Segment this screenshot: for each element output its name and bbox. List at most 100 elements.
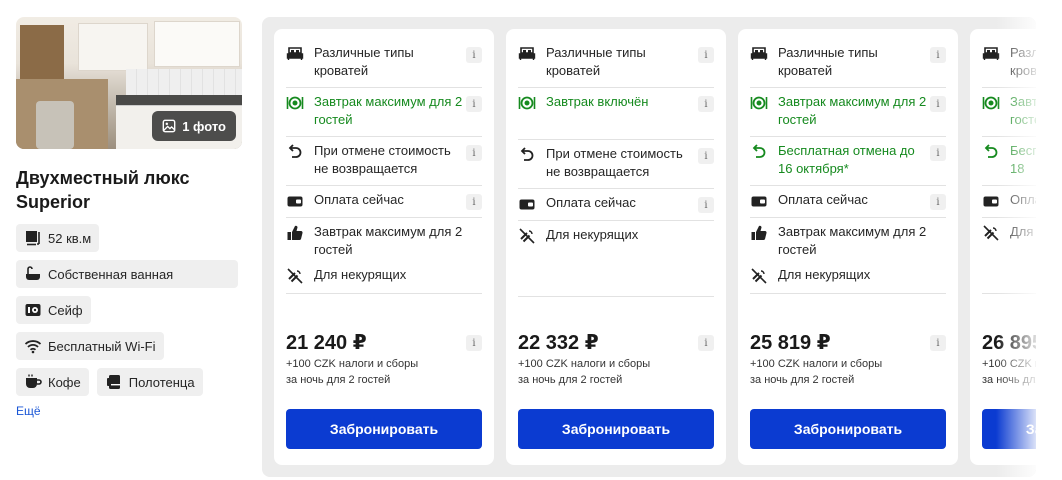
info-icon[interactable]: i bbox=[466, 96, 482, 112]
amenity-label: Собственная ванная bbox=[48, 266, 174, 282]
cancellation-row: При отмене стоимость не возвращается i bbox=[286, 137, 482, 186]
towel-icon bbox=[106, 375, 120, 389]
features-list: Завтрак максимум для 2 гостей Для некуря… bbox=[286, 218, 482, 294]
breakfast-row: Завтрак максимум для 2 гостей bbox=[982, 88, 1036, 137]
photo-detail bbox=[20, 25, 64, 79]
info-icon[interactable]: i bbox=[930, 96, 946, 112]
payment-row: Оплата сейчас i bbox=[286, 186, 482, 218]
payment-text: Оплата сейчас bbox=[546, 195, 636, 210]
undo-icon bbox=[984, 144, 998, 158]
undo-icon bbox=[752, 144, 766, 158]
book-button[interactable]: Забронировать bbox=[750, 409, 946, 449]
price-block: 26 895 ₽ +100 CZK налоги и сборы за ночь… bbox=[982, 331, 1036, 387]
plate-icon bbox=[286, 96, 304, 110]
no-smoking-icon bbox=[751, 268, 767, 284]
amenity-label: Бесплатный Wi-Fi bbox=[48, 338, 156, 354]
amenity-bathroom: Собственная ванная bbox=[16, 260, 238, 288]
info-icon[interactable]: i bbox=[930, 47, 946, 63]
plate-icon bbox=[518, 96, 536, 110]
thumbs-up-icon bbox=[751, 225, 767, 241]
bathtub-icon bbox=[26, 266, 40, 280]
taxes-note: +100 CZK налоги и сборы bbox=[286, 358, 419, 370]
breakfast-row: Завтрак максимум для 2 гостей i bbox=[750, 88, 946, 137]
feature-row: Для некурящих bbox=[286, 261, 482, 287]
safe-icon bbox=[25, 304, 41, 316]
bed-icon bbox=[750, 47, 768, 60]
photo-count-button[interactable]: 1 фото bbox=[152, 111, 236, 141]
room-size-icon bbox=[26, 231, 40, 246]
price-block: 22 332 ₽ i +100 CZK налоги и сборы за но… bbox=[518, 331, 714, 387]
payment-row: Оплата сейчас i bbox=[518, 189, 714, 221]
features-list: Завтрак максимум для 2 гостей Для некуря… bbox=[750, 218, 946, 294]
info-icon[interactable]: i bbox=[698, 335, 714, 351]
per-night-note: за ночь для 2 гостей bbox=[982, 374, 1036, 386]
thumbs-up-icon bbox=[287, 225, 303, 241]
price: 25 819 ₽ bbox=[750, 332, 831, 354]
book-button[interactable]: Забронировать bbox=[518, 409, 714, 449]
amenity-room-size: 52 кв.м bbox=[16, 224, 100, 252]
photo-detail bbox=[36, 101, 74, 149]
undo-icon bbox=[520, 147, 534, 161]
cancellation-row: При отмене стоимость не возвращается i bbox=[518, 140, 714, 189]
payment-row: Оплата сейчас i bbox=[750, 186, 946, 218]
info-icon[interactable]: i bbox=[466, 145, 482, 161]
info-icon[interactable]: i bbox=[930, 194, 946, 210]
photo-detail bbox=[116, 95, 242, 105]
features-list: Для некурящих bbox=[982, 218, 1036, 294]
no-smoking-icon bbox=[519, 228, 535, 244]
price: 22 332 ₽ bbox=[518, 332, 599, 354]
bed-icon bbox=[982, 47, 1000, 60]
bed-type-row: Различные типы кроватей i bbox=[286, 39, 482, 88]
photo-detail bbox=[154, 21, 240, 67]
offer-card: Различные типы кроватей i Завтрак максим… bbox=[274, 29, 494, 465]
offer-card: Различные типы кроватей i Завтрак максим… bbox=[738, 29, 958, 465]
per-night-note: за ночь для 2 гостей bbox=[518, 374, 623, 386]
room-photo[interactable]: 1 фото bbox=[16, 17, 242, 149]
photo-count-label: 1 фото bbox=[182, 118, 226, 134]
undo-icon bbox=[288, 144, 302, 158]
info-icon[interactable]: i bbox=[466, 335, 482, 351]
feature-text: Для некурящих bbox=[1010, 224, 1036, 239]
payment-text: Оплата сейчас bbox=[1010, 192, 1036, 207]
offers-carousel[interactable]: Различные типы кроватей i Завтрак максим… bbox=[262, 17, 1036, 477]
cancellation-text: Бесплатная отмена до 18 bbox=[1010, 143, 1036, 176]
info-icon[interactable]: i bbox=[930, 145, 946, 161]
feature-text: Завтрак максимум для 2 гостей bbox=[314, 224, 463, 257]
info-icon[interactable]: i bbox=[698, 96, 714, 112]
amenity-label: Кофе bbox=[48, 374, 81, 390]
breakfast-text: Завтрак максимум для 2 гостей bbox=[314, 94, 463, 127]
info-icon[interactable]: i bbox=[466, 194, 482, 210]
feature-text: Завтрак максимум для 2 гостей bbox=[778, 224, 927, 257]
info-icon[interactable]: i bbox=[698, 148, 714, 164]
coffee-icon bbox=[26, 374, 42, 388]
info-icon[interactable]: i bbox=[930, 335, 946, 351]
more-amenities-link[interactable]: Ещё bbox=[16, 404, 246, 418]
features-list: Для некурящих bbox=[518, 221, 714, 297]
wifi-icon bbox=[24, 340, 42, 354]
bed-type-row: Различные типы кроватей i bbox=[518, 39, 714, 88]
cancellation-row: Бесплатная отмена до 18 bbox=[982, 137, 1036, 186]
taxes-note: +100 CZK налоги и сборы bbox=[982, 358, 1036, 370]
book-button[interactable]: Забронировать bbox=[982, 409, 1036, 449]
amenity-label: Полотенца bbox=[128, 374, 195, 390]
book-button[interactable]: Забронировать bbox=[286, 409, 482, 449]
feature-row: Завтрак максимум для 2 гостей bbox=[750, 218, 946, 261]
bed-type-row: Различные типы кроватей bbox=[982, 39, 1036, 88]
info-icon[interactable]: i bbox=[466, 47, 482, 63]
info-icon[interactable]: i bbox=[698, 47, 714, 63]
no-smoking-icon bbox=[287, 268, 303, 284]
room-info: 1 фото Двухместный люкс Superior 52 кв.м… bbox=[16, 17, 246, 418]
photo-detail bbox=[78, 23, 148, 71]
plate-icon bbox=[982, 96, 1000, 110]
bed-type-row: Различные типы кроватей i bbox=[750, 39, 946, 88]
payment-row: Оплата сейчас bbox=[982, 186, 1036, 218]
price-block: 21 240 ₽ i +100 CZK налоги и сборы за но… bbox=[286, 331, 482, 387]
amenity-wifi: Бесплатный Wi-Fi bbox=[16, 332, 164, 360]
breakfast-text: Завтрак включён bbox=[546, 94, 649, 109]
bed-icon bbox=[286, 47, 304, 60]
wallet-icon bbox=[519, 199, 535, 210]
price: 21 240 ₽ bbox=[286, 332, 367, 354]
info-icon[interactable]: i bbox=[698, 197, 714, 213]
wallet-icon bbox=[983, 196, 999, 207]
bed-type-text: Различные типы кроватей bbox=[778, 45, 878, 78]
